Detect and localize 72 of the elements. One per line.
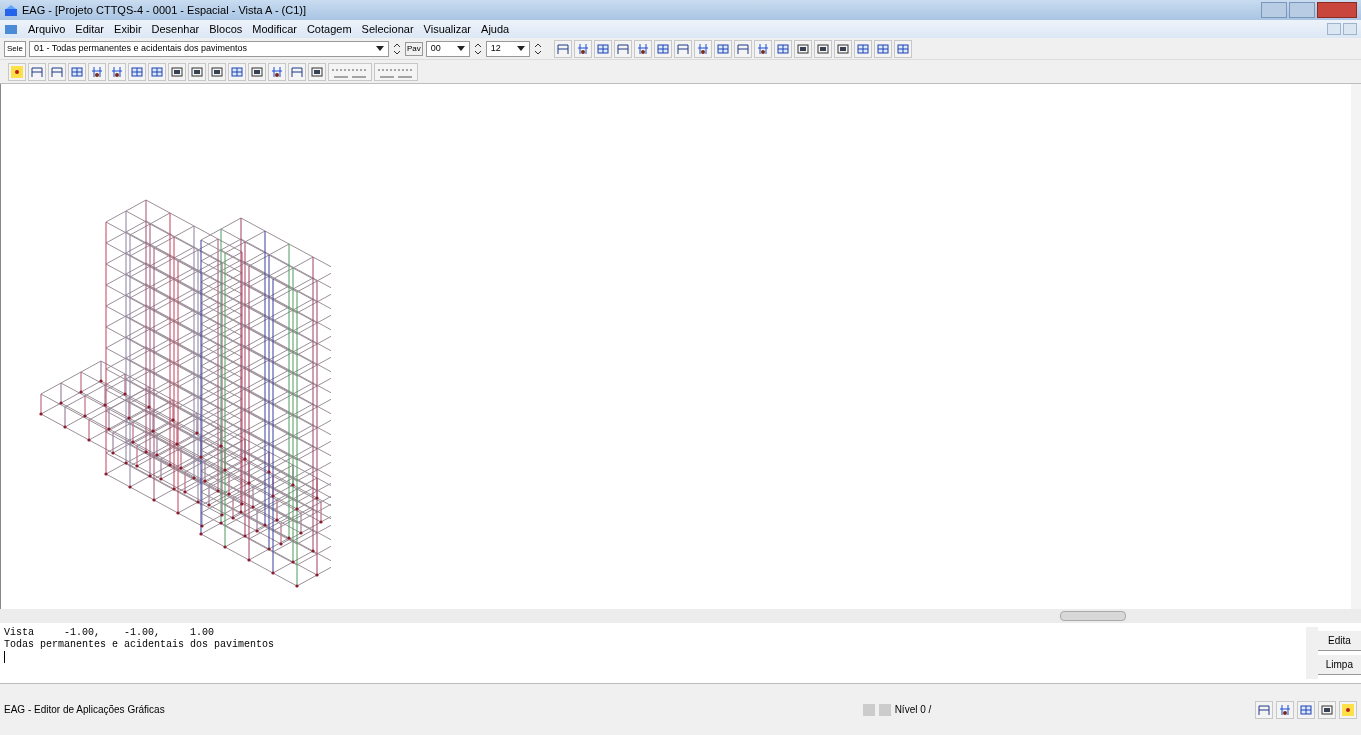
- window-icon[interactable]: [308, 62, 326, 81]
- caret-icon: [516, 45, 525, 52]
- menu-item[interactable]: Arquivo: [28, 20, 66, 38]
- status-indicator: [878, 703, 891, 716]
- floor-label: Pav: [405, 41, 423, 56]
- floor-to-dropdown[interactable]: 12: [485, 40, 530, 57]
- window-title: EAG - [Projeto CTTQS-4 - 0001 - Espacial - Vista A - (C1)]: [22, 2, 307, 18]
- window-icon[interactable]: [1318, 700, 1336, 719]
- load-case-dropdown[interactable]: 01 - Todas permanentes e acidentais dos pavimentos: [29, 40, 389, 57]
- window-icon[interactable]: [833, 39, 852, 58]
- menu-item[interactable]: Ajuda: [481, 20, 510, 38]
- floor-to-value: 12: [490, 41, 501, 55]
- command-button[interactable]: Limpa: [1317, 655, 1361, 675]
- command-button[interactable]: Edita: [1317, 631, 1361, 651]
- column-icon[interactable]: [753, 39, 772, 58]
- menu-item[interactable]: Modificar: [252, 20, 297, 38]
- window-icon[interactable]: [208, 62, 226, 81]
- column-icon[interactable]: [108, 62, 126, 81]
- grid-icon[interactable]: [713, 39, 732, 58]
- status-indicator: [862, 703, 875, 716]
- menu-item[interactable]: Visualizar: [423, 20, 472, 38]
- window-icon[interactable]: [813, 39, 832, 58]
- window-icon[interactable]: [188, 62, 206, 81]
- grid-icon[interactable]: [653, 39, 672, 58]
- frame-icon[interactable]: [613, 39, 632, 58]
- column-icon[interactable]: [1276, 700, 1294, 719]
- grid-icon[interactable]: [873, 39, 892, 58]
- menu-item[interactable]: Cotagem: [306, 20, 352, 38]
- caret-icon: [456, 45, 465, 52]
- grid-icon[interactable]: [128, 62, 146, 81]
- frame-icon[interactable]: [553, 39, 572, 58]
- menu-item[interactable]: Desenhar: [151, 20, 200, 38]
- app-icon: [4, 3, 18, 17]
- command-scrollbar[interactable]: [1305, 627, 1318, 679]
- load-case-value: 01 - Todas permanentes e acidentais dos pavimentos: [34, 41, 247, 55]
- menu-item[interactable]: Selecionar: [361, 20, 414, 38]
- caret-icon: [376, 45, 384, 52]
- status-text: EAG - Editor de Aplicações Gráficas: [4, 703, 165, 717]
- frame-icon[interactable]: [48, 62, 66, 81]
- frame-icon[interactable]: [673, 39, 692, 58]
- grid-icon[interactable]: [853, 39, 872, 58]
- command-output-line: Todas permanentes e acidentais dos pavimentos: [4, 639, 276, 651]
- frame-icon[interactable]: [28, 62, 46, 81]
- command-output-line: Vista -1.00, -1.00, 1.00: [4, 627, 216, 639]
- column-icon[interactable]: [693, 39, 712, 58]
- scroll-thumb[interactable]: [1060, 611, 1126, 621]
- column-icon[interactable]: [633, 39, 652, 58]
- grid-icon[interactable]: [148, 62, 166, 81]
- column-icon[interactable]: [268, 62, 286, 81]
- window-icon[interactable]: [793, 39, 812, 58]
- menu-item[interactable]: Exibir: [114, 20, 142, 38]
- floor-from-dropdown[interactable]: 00: [425, 40, 470, 57]
- select-button[interactable]: Sele: [4, 40, 26, 57]
- window-icon[interactable]: [248, 62, 266, 81]
- menu-item[interactable]: Blocos: [209, 20, 243, 38]
- frame-icon[interactable]: [1255, 700, 1273, 719]
- document-icon: [4, 23, 18, 35]
- grid-icon[interactable]: [228, 62, 246, 81]
- window-icon[interactable]: [168, 62, 186, 81]
- point-icon[interactable]: [8, 62, 26, 81]
- column-icon[interactable]: [573, 39, 592, 58]
- grid-icon[interactable]: [1297, 700, 1315, 719]
- frame-icon[interactable]: [733, 39, 752, 58]
- point-icon[interactable]: [1339, 700, 1357, 719]
- menu-item[interactable]: Editar: [75, 20, 105, 38]
- grid-icon[interactable]: [68, 62, 86, 81]
- grid-icon[interactable]: [593, 39, 612, 58]
- column-icon[interactable]: [88, 62, 106, 81]
- floor-from-value: 00: [430, 41, 441, 55]
- grid-icon[interactable]: [773, 39, 792, 58]
- level-status: Nível 0 /: [894, 703, 933, 717]
- grid-icon[interactable]: [893, 39, 912, 58]
